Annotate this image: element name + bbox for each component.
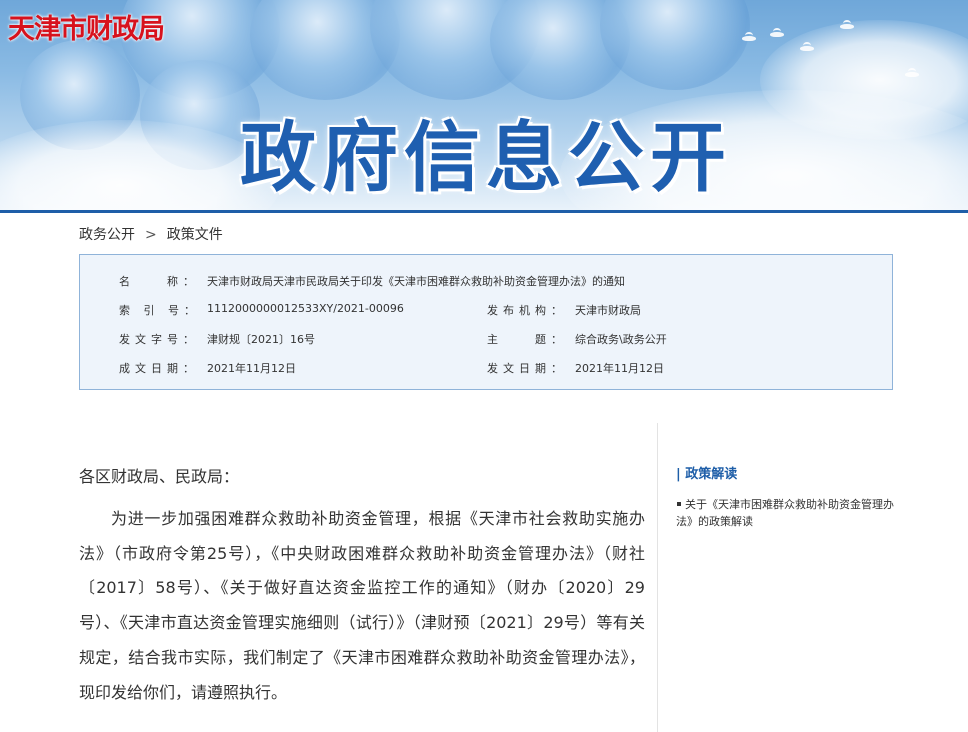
breadcrumb: 政务公开 > 政策文件 (79, 224, 223, 244)
banner-title: 政府信息公开 (240, 113, 732, 202)
meta-topic-value: 综合政务\政务公开 (575, 333, 667, 346)
header-banner: 天津市财政局 政府信息公开 (0, 0, 968, 210)
content-sidebar-divider (657, 423, 658, 732)
meta-issued-date-value: 2021年11月12日 (575, 362, 664, 375)
site-logo[interactable]: 天津市财政局 (8, 7, 165, 46)
bird-icon (742, 32, 756, 41)
bird-icon (800, 42, 814, 51)
meta-created-date-label: 成文日期： (119, 362, 199, 375)
meta-doc-number-label: 发文字号： (119, 333, 199, 346)
meta-name-label: 名 称： (119, 275, 199, 288)
meta-issued-date-label: 发文日期： (487, 362, 567, 375)
meta-index-label: 索 引 号： (119, 304, 200, 317)
sidebar-item-policy-interpretation-link[interactable]: 关于《天津市困难群众救助补助资金管理办法》的政策解读 (676, 496, 896, 530)
meta-name-value: 天津市财政局天津市民政局关于印发《天津市困难群众救助补助资金管理办法》的通知 (207, 275, 625, 288)
article-paragraph: 为进一步加强困难群众救助补助资金管理，根据《天津市社会救助实施办法》（市政府令第… (79, 509, 645, 702)
sidebar-policy-interpretation-title: | 政策解读 (676, 467, 738, 482)
bird-icon (770, 28, 784, 37)
square-bullet-icon (677, 502, 681, 506)
breadcrumb-item-policy-documents[interactable]: 政策文件 (167, 227, 223, 243)
meta-issuer-value: 天津市财政局 (575, 304, 641, 317)
sidebar-item-label: 关于《天津市困难群众救助补助资金管理办法》的政策解读 (676, 498, 894, 528)
article-salutation: 各区财政局、民政局： (79, 467, 240, 486)
breadcrumb-separator: > (145, 227, 157, 243)
bird-icon (905, 68, 919, 77)
breadcrumb-item-government-affairs[interactable]: 政务公开 (79, 227, 135, 243)
document-metadata-box: 名 称： 天津市财政局天津市民政局关于印发《天津市困难群众救助补助资金管理办法》… (79, 254, 893, 390)
meta-created-date-value: 2021年11月12日 (207, 362, 296, 375)
meta-topic-label: 主 题： (487, 333, 567, 346)
meta-doc-number-value: 津财规〔2021〕16号 (207, 333, 315, 346)
header-divider (0, 210, 968, 213)
meta-issuer-label: 发布机构： (487, 304, 567, 317)
bird-icon (840, 20, 854, 29)
meta-index-value: 1112000000012533XY/2021-00096 (207, 302, 404, 315)
banner-flower-decoration (600, 0, 750, 90)
